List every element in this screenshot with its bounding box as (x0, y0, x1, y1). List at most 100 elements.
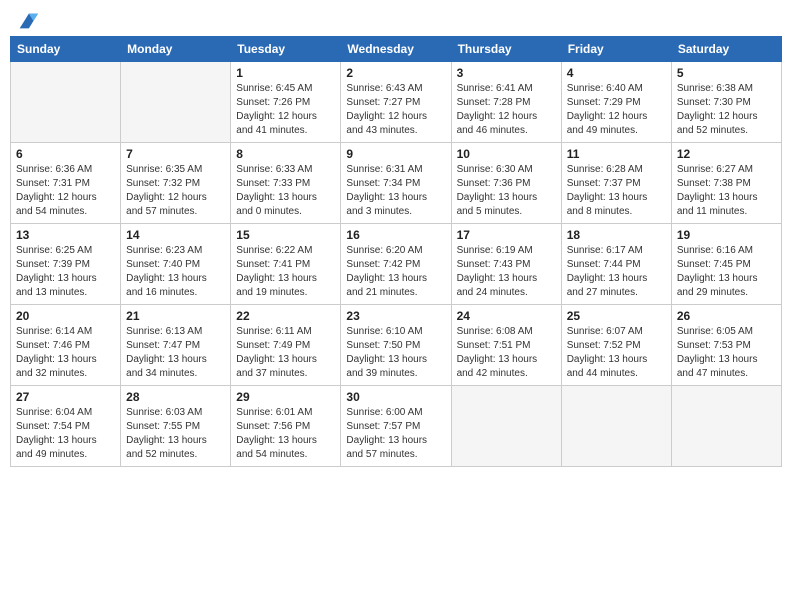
calendar-day-header: Saturday (671, 37, 781, 62)
calendar-cell: 30 Sunrise: 6:00 AMSunset: 7:57 PMDayligh… (341, 386, 451, 467)
day-number: 17 (457, 228, 556, 242)
calendar-cell: 27Sunrise: 6:04 AMSunset: 7:54 PMDayligh… (11, 386, 121, 467)
day-number: 6 (16, 147, 115, 161)
day-info: Sunrise: 6:10 AMSunset: 7:50 PMDaylight:… (346, 325, 445, 381)
day-number: 8 (236, 147, 335, 161)
calendar-cell (561, 386, 671, 467)
calendar-cell (671, 386, 781, 467)
calendar-cell: 11 Sunrise: 6:28 AMSunset: 7:37 PMDayligh… (561, 143, 671, 224)
day-info: Sunrise: 6:07 AMSunset: 7:52 PMDaylight:… (567, 325, 666, 381)
calendar-week-row: 27Sunrise: 6:04 AMSunset: 7:54 PMDayligh… (11, 386, 782, 467)
day-info: Sunrise: 6:41 AMSunset: 7:28 PMDaylight:… (457, 82, 556, 138)
calendar-cell: 15 Sunrise: 6:22 AMSunset: 7:41 PMDayligh… (231, 224, 341, 305)
day-number: 12 (677, 147, 776, 161)
calendar-cell: 22Sunrise: 6:11 AMSunset: 7:49 PMDayligh… (231, 305, 341, 386)
day-info: Sunrise: 6:43 AMSunset: 7:27 PMDaylight:… (346, 82, 445, 138)
calendar-table: SundayMondayTuesdayWednesdayThursdayFrid… (10, 36, 782, 467)
day-number: 25 (567, 309, 666, 323)
calendar-week-row: 13Sunrise: 6:25 AMSunset: 7:39 PMDayligh… (11, 224, 782, 305)
calendar-cell: 29 Sunrise: 6:01 AMSunset: 7:56 PMDayligh… (231, 386, 341, 467)
calendar-cell: 23 Sunrise: 6:10 AMSunset: 7:50 PMDayligh… (341, 305, 451, 386)
calendar-week-row: 6 Sunrise: 6:36 AMSunset: 7:31 PMDaylight… (11, 143, 782, 224)
day-number: 20 (16, 309, 115, 323)
day-number: 22 (236, 309, 335, 323)
day-info: Sunrise: 6:33 AMSunset: 7:33 PMDaylight:… (236, 163, 335, 219)
calendar-cell: 6 Sunrise: 6:36 AMSunset: 7:31 PMDaylight… (11, 143, 121, 224)
page-header (10, 10, 782, 28)
day-number: 5 (677, 66, 776, 80)
day-number: 29 (236, 390, 335, 404)
calendar-cell: 21Sunrise: 6:13 AMSunset: 7:47 PMDayligh… (121, 305, 231, 386)
calendar-cell: 17 Sunrise: 6:19 AMSunset: 7:43 PMDayligh… (451, 224, 561, 305)
calendar-cell: 20 Sunrise: 6:14 AMSunset: 7:46 PMDayligh… (11, 305, 121, 386)
day-number: 11 (567, 147, 666, 161)
day-number: 1 (236, 66, 335, 80)
day-info: Sunrise: 6:16 AMSunset: 7:45 PMDaylight:… (677, 244, 776, 300)
calendar-cell (451, 386, 561, 467)
day-number: 19 (677, 228, 776, 242)
day-info: Sunrise: 6:22 AMSunset: 7:41 PMDaylight:… (236, 244, 335, 300)
calendar-day-header: Monday (121, 37, 231, 62)
calendar-cell: 10 Sunrise: 6:30 AMSunset: 7:36 PMDayligh… (451, 143, 561, 224)
day-number: 14 (126, 228, 225, 242)
day-number: 27 (16, 390, 115, 404)
day-number: 10 (457, 147, 556, 161)
day-number: 15 (236, 228, 335, 242)
day-number: 7 (126, 147, 225, 161)
calendar-day-header: Wednesday (341, 37, 451, 62)
day-info: Sunrise: 6:31 AMSunset: 7:34 PMDaylight:… (346, 163, 445, 219)
day-number: 13 (16, 228, 115, 242)
calendar-header-row: SundayMondayTuesdayWednesdayThursdayFrid… (11, 37, 782, 62)
calendar-cell: 26 Sunrise: 6:05 AMSunset: 7:53 PMDayligh… (671, 305, 781, 386)
day-info: Sunrise: 6:05 AMSunset: 7:53 PMDaylight:… (677, 325, 776, 381)
day-number: 23 (346, 309, 445, 323)
calendar-cell: 8 Sunrise: 6:33 AMSunset: 7:33 PMDaylight… (231, 143, 341, 224)
day-number: 3 (457, 66, 556, 80)
day-number: 30 (346, 390, 445, 404)
calendar-cell: 16 Sunrise: 6:20 AMSunset: 7:42 PMDayligh… (341, 224, 451, 305)
day-number: 26 (677, 309, 776, 323)
calendar-week-row: 1 Sunrise: 6:45 AMSunset: 7:26 PMDaylight… (11, 62, 782, 143)
calendar-cell: 3 Sunrise: 6:41 AMSunset: 7:28 PMDaylight… (451, 62, 561, 143)
calendar-week-row: 20 Sunrise: 6:14 AMSunset: 7:46 PMDayligh… (11, 305, 782, 386)
calendar-day-header: Thursday (451, 37, 561, 62)
day-info: Sunrise: 6:27 AMSunset: 7:38 PMDaylight:… (677, 163, 776, 219)
logo-icon (16, 10, 38, 32)
day-info: Sunrise: 6:14 AMSunset: 7:46 PMDaylight:… (16, 325, 115, 381)
logo (14, 10, 38, 28)
calendar-cell: 4 Sunrise: 6:40 AMSunset: 7:29 PMDaylight… (561, 62, 671, 143)
calendar-cell: 18Sunrise: 6:17 AMSunset: 7:44 PMDayligh… (561, 224, 671, 305)
day-info: Sunrise: 6:36 AMSunset: 7:31 PMDaylight:… (16, 163, 115, 219)
calendar-day-header: Friday (561, 37, 671, 62)
calendar-day-header: Sunday (11, 37, 121, 62)
day-info: Sunrise: 6:23 AMSunset: 7:40 PMDaylight:… (126, 244, 225, 300)
day-info: Sunrise: 6:01 AMSunset: 7:56 PMDaylight:… (236, 406, 335, 462)
day-number: 21 (126, 309, 225, 323)
calendar-cell: 5Sunrise: 6:38 AMSunset: 7:30 PMDaylight… (671, 62, 781, 143)
day-info: Sunrise: 6:20 AMSunset: 7:42 PMDaylight:… (346, 244, 445, 300)
day-info: Sunrise: 6:45 AMSunset: 7:26 PMDaylight:… (236, 82, 335, 138)
calendar-cell: 28Sunrise: 6:03 AMSunset: 7:55 PMDayligh… (121, 386, 231, 467)
day-number: 16 (346, 228, 445, 242)
calendar-cell: 19 Sunrise: 6:16 AMSunset: 7:45 PMDayligh… (671, 224, 781, 305)
calendar-cell: 9Sunrise: 6:31 AMSunset: 7:34 PMDaylight… (341, 143, 451, 224)
day-info: Sunrise: 6:28 AMSunset: 7:37 PMDaylight:… (567, 163, 666, 219)
day-info: Sunrise: 6:40 AMSunset: 7:29 PMDaylight:… (567, 82, 666, 138)
day-info: Sunrise: 6:19 AMSunset: 7:43 PMDaylight:… (457, 244, 556, 300)
calendar-cell: 14 Sunrise: 6:23 AMSunset: 7:40 PMDayligh… (121, 224, 231, 305)
calendar-cell: 24Sunrise: 6:08 AMSunset: 7:51 PMDayligh… (451, 305, 561, 386)
day-info: Sunrise: 6:08 AMSunset: 7:51 PMDaylight:… (457, 325, 556, 381)
day-number: 4 (567, 66, 666, 80)
day-info: Sunrise: 6:30 AMSunset: 7:36 PMDaylight:… (457, 163, 556, 219)
day-info: Sunrise: 6:00 AMSunset: 7:57 PMDaylight:… (346, 406, 445, 462)
calendar-cell: 1 Sunrise: 6:45 AMSunset: 7:26 PMDaylight… (231, 62, 341, 143)
day-number: 2 (346, 66, 445, 80)
day-number: 28 (126, 390, 225, 404)
calendar-cell (121, 62, 231, 143)
day-number: 18 (567, 228, 666, 242)
day-info: Sunrise: 6:35 AMSunset: 7:32 PMDaylight:… (126, 163, 225, 219)
calendar-cell: 7 Sunrise: 6:35 AMSunset: 7:32 PMDaylight… (121, 143, 231, 224)
calendar-cell: 13Sunrise: 6:25 AMSunset: 7:39 PMDayligh… (11, 224, 121, 305)
calendar-cell: 12 Sunrise: 6:27 AMSunset: 7:38 PMDayligh… (671, 143, 781, 224)
calendar-cell (11, 62, 121, 143)
